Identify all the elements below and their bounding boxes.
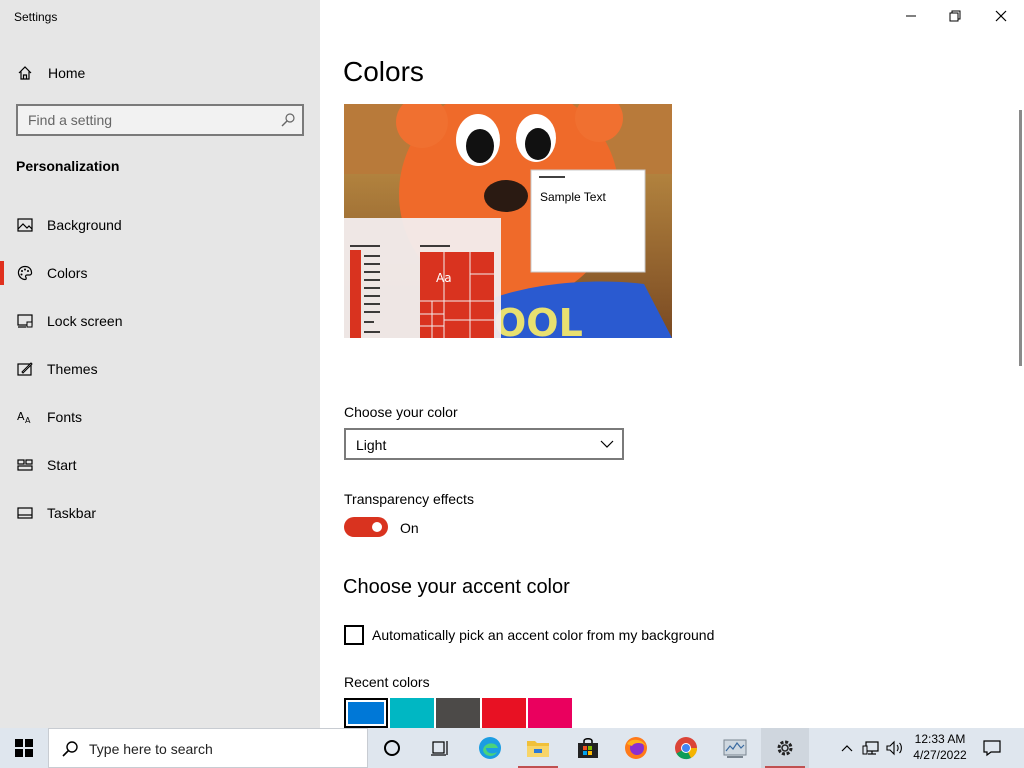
sidebar-item-colors[interactable]: Colors (0, 253, 320, 293)
lock-screen-icon (17, 314, 33, 328)
toggle-knob (372, 522, 382, 532)
start-button[interactable] (0, 728, 48, 768)
transparency-state: On (400, 520, 419, 536)
sidebar-item-lock-screen[interactable]: Lock screen (0, 301, 320, 341)
store-icon (578, 738, 598, 758)
sidebar-item-themes[interactable]: Themes (0, 349, 320, 389)
recent-colors-swatches (344, 698, 572, 728)
chrome-button[interactable] (662, 728, 710, 768)
preview-sample-text: Sample Text (540, 190, 606, 204)
settings-search-box[interactable] (16, 104, 304, 136)
action-center-button[interactable] (976, 728, 1008, 768)
sidebar-item-label: Fonts (47, 409, 83, 425)
performance-monitor-button[interactable] (712, 728, 760, 768)
restore-button[interactable] (932, 0, 978, 32)
transparency-toggle[interactable] (344, 517, 388, 537)
sidebar-item-taskbar[interactable]: Taskbar (0, 493, 320, 533)
volume-button[interactable] (884, 728, 906, 768)
scrollbar-thumb[interactable] (1019, 110, 1022, 366)
choose-color-value: Light (356, 437, 387, 453)
show-hidden-icons-button[interactable] (838, 728, 856, 768)
settings-button[interactable] (761, 728, 809, 768)
minimize-icon (906, 15, 916, 17)
sidebar-item-label: Lock screen (47, 313, 123, 329)
color-swatch[interactable] (528, 698, 572, 728)
recent-colors-label: Recent colors (344, 674, 430, 690)
auto-pick-accent-label[interactable]: Automatically pick an accent color from … (372, 627, 714, 643)
taskbar-search-box[interactable]: Type here to search (48, 728, 368, 768)
performance-monitor-icon (723, 739, 747, 758)
svg-text:A: A (25, 416, 31, 425)
choose-color-label: Choose your color (344, 404, 458, 420)
color-swatch[interactable] (482, 698, 526, 728)
sidebar-item-label: Colors (47, 265, 88, 281)
fonts-icon: A A (17, 410, 31, 425)
clock-time: 12:33 AM (914, 732, 966, 746)
accent-heading: Choose your accent color (343, 576, 570, 598)
chevron-down-icon (600, 440, 614, 448)
wallpaper-preview-image: OOL Aa Sample Text (344, 104, 672, 338)
minimize-button[interactable] (888, 0, 934, 32)
network-button[interactable] (860, 728, 882, 768)
sidebar-item-start[interactable]: Start (0, 445, 320, 485)
task-view-button[interactable] (416, 728, 464, 768)
chrome-icon (675, 737, 698, 760)
search-icon[interactable] (280, 112, 296, 128)
sidebar-item-label: Taskbar (47, 505, 97, 521)
sidebar-item-fonts[interactable]: A A Fonts (0, 397, 320, 437)
taskbar-search-placeholder: Type here to search (89, 741, 213, 757)
windows-logo-icon (15, 739, 33, 757)
palette-icon (17, 265, 33, 281)
volume-icon (886, 740, 902, 756)
taskbar-clock[interactable]: 12:33 AM 4/27/2022 (905, 731, 975, 763)
cortana-button[interactable] (368, 728, 416, 768)
sidebar-item-label: Background (47, 217, 122, 233)
store-button[interactable] (564, 728, 612, 768)
transparency-label: Transparency effects (344, 491, 474, 507)
clock-date: 4/27/2022 (913, 748, 967, 762)
close-icon (995, 10, 1007, 22)
firefox-button[interactable] (612, 728, 660, 768)
color-swatch[interactable] (344, 698, 388, 728)
edge-button[interactable] (466, 728, 514, 768)
themes-brush-icon (17, 362, 33, 376)
restore-icon (949, 10, 961, 22)
settings-gear-icon (777, 740, 793, 756)
file-explorer-icon (527, 741, 549, 757)
preview-tile-text: Aa (436, 271, 452, 285)
page-title: Colors (343, 56, 424, 87)
auto-pick-accent-checkbox[interactable] (344, 625, 364, 645)
sidebar-item-background[interactable]: Background (0, 205, 320, 245)
background-picture-icon (17, 218, 33, 232)
taskbar-icon (17, 507, 33, 519)
choose-color-dropdown[interactable]: Light (344, 428, 624, 460)
home-label: Home (48, 65, 86, 81)
app-title: Settings (14, 10, 58, 24)
section-heading: Personalization (16, 158, 120, 174)
sidebar-item-label: Start (47, 457, 77, 473)
home-icon (18, 66, 32, 80)
svg-text:OOL: OOL (494, 301, 583, 338)
firefox-icon (625, 737, 647, 759)
edge-icon (479, 737, 501, 759)
start-layout-icon (17, 459, 33, 471)
chevron-up-icon (841, 745, 853, 752)
svg-text:A: A (17, 410, 25, 423)
color-swatch[interactable] (390, 698, 434, 728)
color-swatch[interactable] (436, 698, 480, 728)
sidebar-item-label: Themes (47, 361, 98, 377)
network-icon (862, 741, 879, 755)
task-view-icon (431, 741, 448, 756)
action-center-icon (983, 740, 1001, 757)
close-button[interactable] (978, 0, 1024, 32)
settings-search-input[interactable] (18, 106, 258, 134)
taskbar: Type here to search 12:33 AM 4/27/2022 (0, 728, 1024, 768)
color-preview: OOL Aa Sample Text (344, 104, 672, 338)
sidebar: Settings Home Personalization Background… (0, 0, 320, 728)
file-explorer-button[interactable] (514, 728, 562, 768)
home-link[interactable]: Home (0, 58, 320, 88)
search-icon (62, 741, 78, 757)
cortana-icon (384, 740, 400, 756)
